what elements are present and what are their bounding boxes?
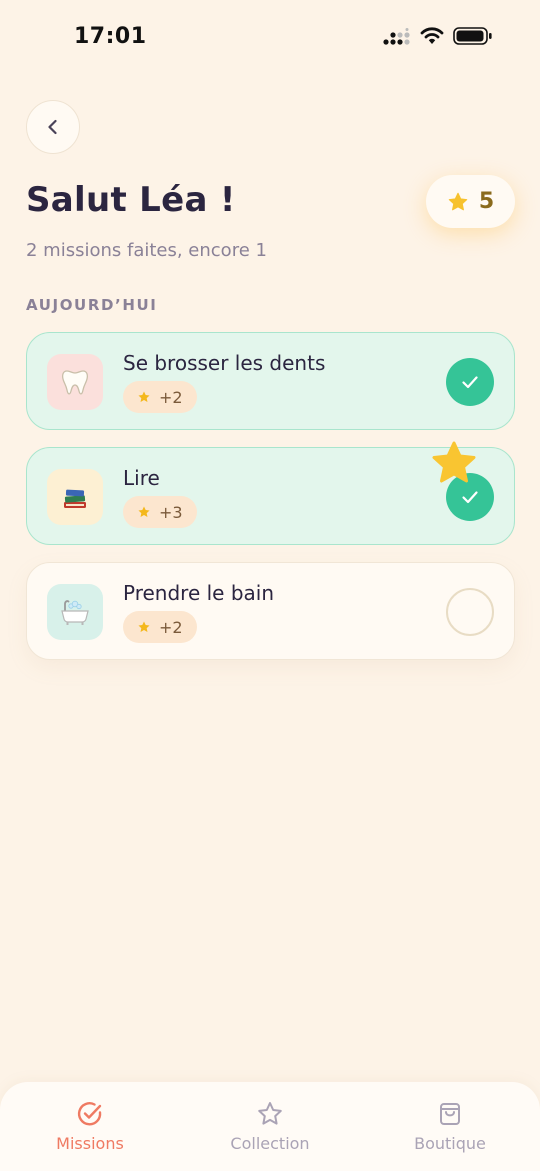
checkmark-icon bbox=[462, 376, 478, 389]
tab-label: Boutique bbox=[414, 1134, 486, 1153]
star-icon bbox=[138, 506, 150, 517]
mission-title: Se brosser les dents bbox=[123, 351, 326, 375]
mission-title: Prendre le bain bbox=[123, 581, 275, 605]
reward-badge: +2 bbox=[123, 381, 197, 413]
reward-value: +2 bbox=[159, 387, 183, 407]
tab-bar: Missions Collection Boutique bbox=[0, 1082, 540, 1171]
signal-icon bbox=[383, 28, 410, 45]
star-icon bbox=[138, 621, 150, 632]
shopping-bag-icon bbox=[440, 1103, 460, 1125]
reward-badge: +2 bbox=[123, 611, 197, 643]
check-circle-icon bbox=[77, 1102, 102, 1126]
star-outline-icon bbox=[258, 1102, 282, 1125]
mission-checkbox-checked[interactable] bbox=[446, 358, 494, 406]
battery-icon bbox=[453, 27, 492, 45]
mission-icon-box bbox=[47, 584, 103, 640]
mission-checkbox-unchecked[interactable] bbox=[446, 588, 494, 636]
star-counter[interactable]: 5 bbox=[426, 175, 515, 228]
section-label-today: AUJOURD’HUI bbox=[26, 296, 158, 314]
status-time: 17:01 bbox=[74, 24, 147, 49]
page-title: Salut Léa ! bbox=[26, 180, 236, 220]
reward-value: +2 bbox=[159, 617, 183, 637]
status-bar: 17:01 bbox=[0, 0, 540, 72]
missions-screen: 17:01 Salut Léa ! 2 missions faites, enc… bbox=[0, 0, 540, 1171]
floating-star-icon bbox=[432, 441, 476, 483]
star-icon bbox=[448, 192, 468, 210]
mission-icon-box bbox=[47, 354, 103, 410]
chevron-left-icon bbox=[48, 119, 57, 135]
wifi-icon bbox=[420, 27, 444, 44]
tab-label: Missions bbox=[56, 1134, 124, 1153]
mission-icon-box bbox=[47, 469, 103, 525]
books-icon bbox=[64, 489, 86, 508]
tab-label: Collection bbox=[230, 1134, 310, 1153]
tab-collection[interactable]: Collection bbox=[210, 1100, 330, 1166]
mission-card[interactable]: Prendre le bain +2 bbox=[26, 562, 515, 660]
bathtub-icon bbox=[61, 600, 89, 625]
reward-value: +3 bbox=[159, 502, 183, 522]
back-button[interactable] bbox=[26, 100, 80, 154]
reward-badge: +3 bbox=[123, 496, 197, 528]
star-icon bbox=[138, 391, 150, 402]
checkmark-icon bbox=[462, 491, 478, 504]
tab-missions[interactable]: Missions bbox=[30, 1100, 150, 1166]
progress-subtitle: 2 missions faites, encore 1 bbox=[26, 240, 267, 261]
tooth-icon bbox=[61, 370, 89, 395]
mission-title: Lire bbox=[123, 466, 160, 490]
star-count: 5 bbox=[478, 189, 495, 214]
mission-card[interactable]: Se brosser les dents +2 bbox=[26, 332, 515, 430]
tab-boutique[interactable]: Boutique bbox=[390, 1100, 510, 1166]
